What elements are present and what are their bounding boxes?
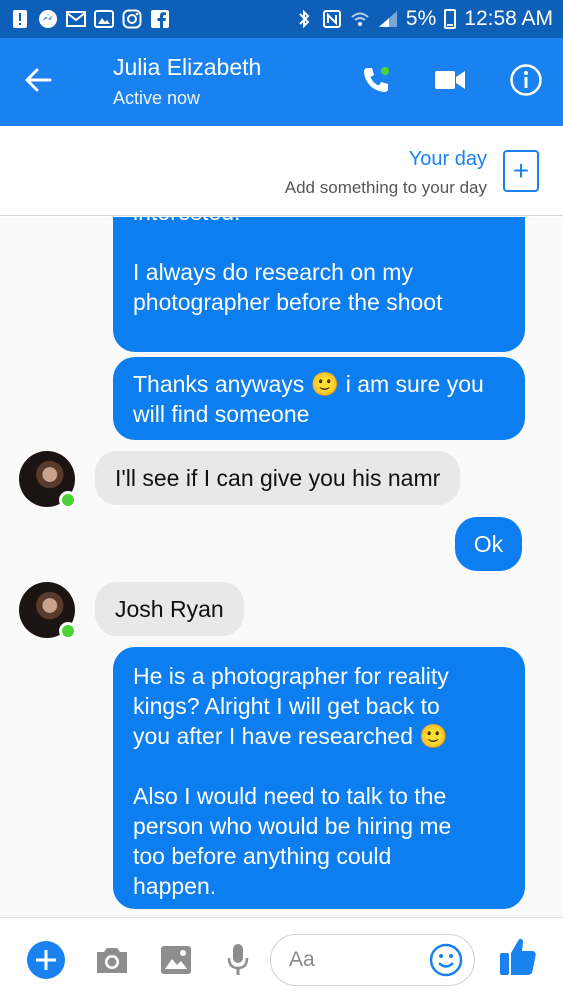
phone-icon	[364, 67, 389, 92]
conversation-header: Julia Elizabeth Active now	[0, 38, 563, 126]
message-bubble-incoming[interactable]: I'll see if I can give you his namr	[95, 451, 461, 505]
alert-icon	[10, 9, 30, 29]
voice-clip-button[interactable]	[218, 940, 258, 980]
message-bubble-incoming[interactable]: Josh Ryan	[95, 582, 244, 636]
your-day-title: Your day	[408, 148, 487, 170]
emoji-icon	[429, 943, 463, 977]
more-actions-button[interactable]	[26, 940, 66, 980]
image-icon	[161, 946, 191, 974]
thumbs-up-icon	[500, 938, 536, 975]
message-bubble-outgoing[interactable]: interested. I always do research on my p…	[113, 217, 525, 352]
message-bubble-outgoing[interactable]: He is a photographer for reality kings? …	[113, 647, 525, 909]
gallery-button[interactable]	[156, 940, 196, 980]
your-day-subtitle: Add something to your day	[284, 178, 487, 197]
signal-icon	[378, 9, 398, 29]
composer-bar	[0, 917, 563, 1000]
battery-icon	[444, 9, 457, 29]
online-status-indicator	[59, 622, 77, 640]
notification-icons	[10, 9, 170, 29]
video-call-button[interactable]	[432, 62, 468, 98]
plus-icon: +	[512, 155, 530, 186]
emoji-button[interactable]	[428, 942, 464, 978]
microphone-icon	[227, 944, 249, 975]
message-list[interactable]: interested. I always do research on my p…	[0, 217, 563, 917]
info-icon	[510, 64, 542, 96]
add-to-day-button[interactable]: +	[503, 150, 539, 192]
online-status-indicator	[59, 491, 77, 509]
plus-icon	[27, 941, 65, 979]
system-icons: 5% 12:58 AM	[294, 7, 553, 31]
avatar[interactable]	[19, 451, 77, 509]
contact-status: Active now	[113, 88, 201, 108]
mail-icon	[66, 9, 86, 29]
status-bar: 5% 12:58 AM	[0, 0, 563, 38]
wifi-icon	[350, 9, 370, 29]
message-bubble-outgoing[interactable]: Thanks anyways 🙂 i am sure you will find…	[113, 357, 525, 440]
back-button[interactable]	[20, 62, 56, 98]
clock: 12:58 AM	[464, 7, 553, 30]
voice-call-button[interactable]	[358, 62, 394, 98]
avatar[interactable]	[19, 582, 77, 640]
camera-button[interactable]	[92, 940, 132, 980]
battery-percent: 5%	[405, 7, 437, 30]
back-arrow-icon	[25, 68, 52, 92]
video-camera-icon	[435, 71, 465, 89]
camera-icon	[97, 948, 127, 973]
info-button[interactable]	[508, 62, 544, 98]
bluetooth-icon	[294, 9, 314, 29]
like-button[interactable]	[498, 936, 538, 976]
your-day-banner[interactable]: Your day Add something to your day +	[0, 126, 563, 216]
facebook-icon	[150, 9, 170, 29]
nfc-icon	[322, 9, 342, 29]
gallery-icon	[94, 9, 114, 29]
message-bubble-outgoing[interactable]: Ok	[455, 517, 522, 571]
contact-name[interactable]: Julia Elizabeth	[113, 54, 261, 81]
instagram-icon	[122, 9, 142, 29]
messenger-icon	[38, 9, 58, 29]
